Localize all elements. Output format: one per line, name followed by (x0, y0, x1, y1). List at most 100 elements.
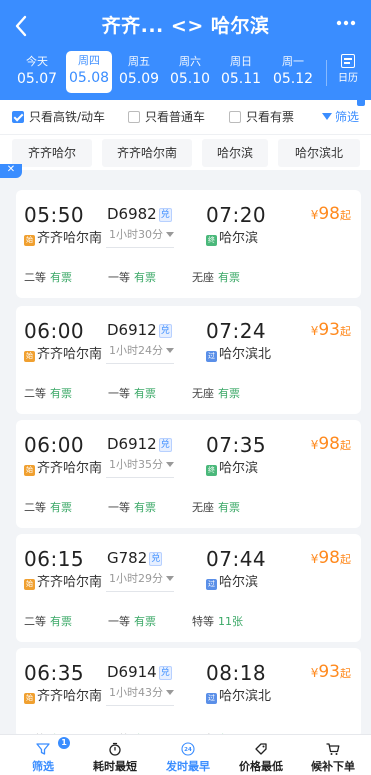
train-number-text: D6914 (107, 663, 157, 681)
start-station-badge: 始 (24, 579, 35, 590)
seat-name: 无座 (192, 271, 214, 284)
arrival-time: 07:35 (206, 433, 267, 457)
train-card[interactable]: 06:00 D6912 兑 07:24 ¥93起 1小时24分始齐齐哈尔南过哈尔滨北 二等有… (16, 306, 361, 414)
date-tab[interactable]: 周五 05.09 (116, 52, 162, 92)
sort-shortest-tab[interactable]: 耗时最短 (82, 735, 148, 775)
train-number: G782 兑 (107, 548, 163, 568)
exchange-tag: 兑 (158, 208, 172, 222)
filter-bar: 只看高铁/动车 只看普通车 只看有票 筛选 (0, 100, 371, 134)
date-value: 05.09 (118, 71, 160, 87)
station-chip[interactable]: 哈尔滨 (202, 139, 268, 167)
only-available-checkbox[interactable]: 只看有票 (229, 109, 294, 125)
filter-count-badge: 1 (58, 737, 70, 749)
sort-cheapest-tab[interactable]: 价格最低 (228, 735, 294, 775)
header-bar: 齐齐... <> 哈尔滨 今天 05.07 周四 05.08 周五 05.09 … (0, 0, 371, 100)
duration[interactable]: 1小时35分 (109, 458, 174, 472)
funnel-icon (36, 743, 50, 755)
exchange-tag: 兑 (158, 666, 172, 680)
date-tab[interactable]: 周一 05.12 (270, 52, 316, 92)
station-chip[interactable]: 齐齐哈尔 (12, 139, 92, 167)
cart-icon (326, 743, 340, 755)
more-dots-icon[interactable] (333, 12, 359, 40)
only-high-speed-checkbox[interactable]: 只看高铁/动车 (12, 109, 105, 125)
seat-availability-row: 二等有票一等有票无座有票 (24, 270, 354, 286)
filter-tab[interactable]: 筛选 1 (12, 735, 74, 775)
train-card[interactable]: 05:50 D6982 兑 07:20 ¥98起 1小时30分始齐齐哈尔南终哈尔滨 二等 有票… (16, 190, 361, 298)
checkbox-unchecked-icon (229, 111, 241, 123)
arrival-station: 过哈尔滨 (206, 574, 258, 592)
price: ¥98起 (311, 204, 351, 224)
date-tab[interactable]: 周六 05.10 (167, 52, 213, 92)
backup-order-label: 候补下单 (311, 760, 355, 773)
seat-name: 二等 (24, 387, 46, 400)
clock-24-icon: 24 (181, 742, 195, 756)
duration[interactable]: 1小时29分 (109, 572, 174, 586)
duration[interactable]: 1小时24分 (109, 344, 174, 358)
stopwatch-icon (109, 742, 121, 756)
arrival-time: 07:24 (206, 319, 267, 343)
duration[interactable]: 1小时30分 (109, 228, 174, 242)
train-card[interactable]: 06:00 D6912 兑 07:35 ¥98起 1小时35分始齐齐哈尔南终哈尔滨 二等 有票… (16, 420, 361, 528)
checkbox-label: 只看高铁/动车 (29, 110, 106, 124)
calendar-label: 日历 (338, 73, 358, 84)
calendar-icon (341, 54, 355, 68)
checkbox-label: 只看普通车 (145, 110, 206, 124)
date-tab-today[interactable]: 今天 05.07 (14, 52, 60, 92)
filter-link-label: 筛选 (334, 110, 359, 124)
train-number: D6914 兑 (107, 662, 172, 682)
arrival-station: 过哈尔滨北 (206, 688, 271, 706)
seat-name: 二等 (24, 615, 46, 628)
collapse-icon[interactable]: ✕ (0, 164, 22, 178)
chevron-down-icon (166, 232, 174, 237)
sort-earliest-tab[interactable]: 24 发时最早 (155, 735, 221, 775)
departure-station: 始齐齐哈尔南 (24, 230, 102, 248)
seat-name: 一等 (108, 271, 130, 284)
price-value: 93 (318, 662, 340, 682)
end-station-badge: 过 (206, 351, 217, 362)
date-tab[interactable]: 周日 05.11 (218, 52, 264, 92)
departure-station: 始齐齐哈尔南 (24, 574, 102, 592)
seat-status: 有票 (218, 501, 240, 514)
calendar-button[interactable]: 日历 (335, 54, 361, 94)
seat-class: 二等有票 (24, 386, 72, 402)
chevron-down-icon (166, 576, 174, 581)
seat-name: 无座 (192, 387, 214, 400)
duration-text: 1小时30分 (109, 228, 163, 241)
departure-station: 始齐齐哈尔南 (24, 346, 102, 364)
route-title[interactable]: 齐齐... <> 哈尔滨 (60, 12, 311, 40)
station-chip[interactable]: 齐齐哈尔南 (102, 139, 192, 167)
date-tab-selected[interactable]: 周四 05.08 (66, 51, 112, 93)
arrival-station: 过哈尔滨北 (206, 346, 271, 364)
filter-link[interactable]: 筛选 (321, 109, 359, 125)
price-suffix: 起 (340, 553, 351, 566)
train-card[interactable]: 06:15 G782 兑 07:44 ¥98起 1小时29分始齐齐哈尔南过哈尔滨 二等 有票一… (16, 534, 361, 642)
duration[interactable]: 1小时43分 (109, 686, 174, 700)
arrival-station-name: 哈尔滨北 (219, 347, 272, 362)
duration-underline (106, 705, 174, 706)
bottom-sort-bar: 筛选 1 耗时最短 24 发时最早 价格最低 候补下单 (0, 734, 371, 775)
seat-class: 一等有票 (108, 386, 156, 402)
date-value: 05.11 (220, 71, 262, 87)
date-value: 05.10 (169, 71, 211, 87)
back-arrow-icon[interactable] (14, 12, 34, 40)
train-card[interactable]: 06:35D6914兑08:18¥93起1小时43分始齐齐哈尔南过哈尔滨北二等有… (16, 648, 361, 746)
only-normal-checkbox[interactable]: 只看普通车 (128, 109, 205, 125)
seat-class: 一等有票 (108, 614, 156, 630)
backup-order-tab[interactable]: 候补下单 (300, 735, 366, 775)
seat-name: 一等 (108, 615, 130, 628)
duration-text: 1小时43分 (109, 686, 163, 699)
sort-earliest-label: 发时最早 (166, 760, 210, 773)
train-number: D6912 兑 (107, 320, 172, 340)
price: ¥98起 (311, 434, 351, 454)
station-chip[interactable]: 哈尔滨北 (278, 139, 360, 167)
filter-badge (357, 98, 365, 106)
price-value: 98 (318, 548, 340, 568)
seat-status: 有票 (134, 501, 156, 514)
exchange-tag: 兑 (149, 552, 163, 566)
date-weekday: 周四 (78, 54, 100, 67)
seat-class: 二等有票 (24, 500, 72, 516)
arrival-station-name: 哈尔滨北 (219, 689, 272, 704)
date-weekday: 周五 (128, 55, 150, 68)
seat-class: 二等有票 (24, 614, 72, 630)
departure-station: 始齐齐哈尔南 (24, 688, 102, 706)
